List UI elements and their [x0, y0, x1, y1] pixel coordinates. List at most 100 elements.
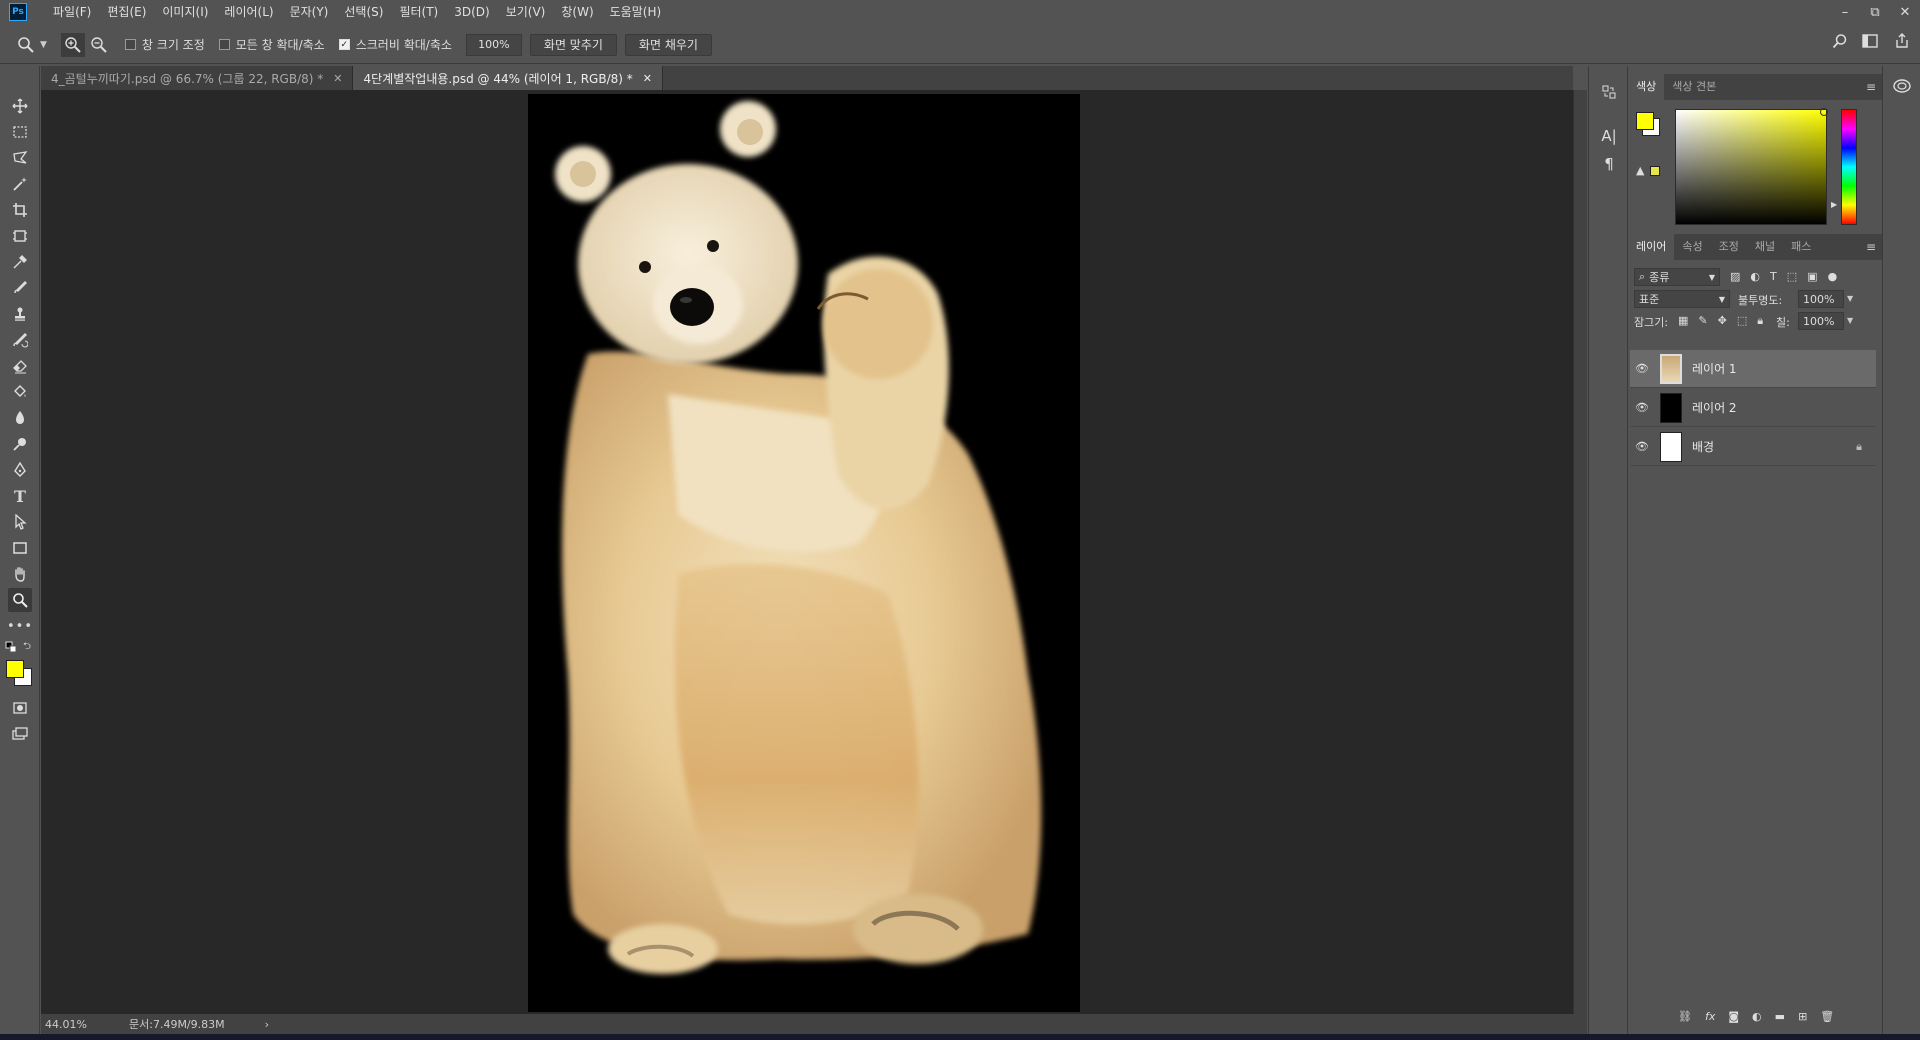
chevron-down-icon[interactable]: ▼	[1847, 316, 1853, 325]
history-brush-tool-icon[interactable]	[8, 328, 32, 352]
menu-layer[interactable]: 레이어(L)	[216, 0, 281, 24]
libraries-icon[interactable]	[1890, 74, 1914, 98]
magic-wand-tool-icon[interactable]	[8, 172, 32, 196]
zoom-all-windows-checkbox[interactable]: 모든 창 확대/축소	[218, 36, 325, 53]
layer-filter-select[interactable]: ⌕ 종류 ▼	[1634, 268, 1720, 286]
tab-channels[interactable]: 채널	[1747, 234, 1783, 260]
layer-style-icon[interactable]: fx	[1705, 1010, 1715, 1023]
close-button[interactable]: ✕	[1890, 0, 1920, 24]
lock-icon[interactable]: 🔒︎	[1856, 440, 1862, 454]
restore-button[interactable]: ⧉	[1860, 0, 1890, 24]
color-picker-field[interactable]	[1675, 109, 1827, 225]
adjustment-layer-icon[interactable]: ◐	[1752, 1010, 1762, 1023]
filter-smart-object-icon[interactable]: ▣	[1807, 270, 1817, 283]
history-panel-icon[interactable]	[1597, 80, 1621, 104]
layer-row-background[interactable]: 👁︎ 배경 🔒︎	[1630, 428, 1876, 466]
color-picker-cursor[interactable]	[1820, 108, 1828, 116]
tab-paths[interactable]: 패스	[1783, 234, 1819, 260]
close-icon[interactable]: ✕	[643, 72, 652, 85]
filter-adjustment-icon[interactable]: ◐	[1750, 270, 1760, 283]
lasso-tool-icon[interactable]	[8, 146, 32, 170]
resize-windows-checkbox[interactable]: 창 크기 조정	[124, 36, 205, 53]
tab-document-1[interactable]: 4_곰털누끼따기.psd @ 66.7% (그룹 22, RGB/8) * ✕	[41, 66, 354, 90]
status-menu-arrow[interactable]: ›	[265, 1018, 269, 1031]
eyedropper-tool-icon[interactable]	[8, 250, 32, 274]
frame-tool-icon[interactable]	[8, 224, 32, 248]
menu-select[interactable]: 선택(S)	[336, 0, 391, 24]
lock-transparency-icon[interactable]: ▦	[1678, 314, 1688, 328]
new-group-icon[interactable]: ▬	[1775, 1010, 1785, 1023]
panel-menu-icon[interactable]: ≡	[1866, 80, 1876, 94]
delete-layer-icon[interactable]: 🗑︎	[1820, 1010, 1834, 1023]
rectangle-tool-icon[interactable]	[8, 536, 32, 560]
lock-all-icon[interactable]: 🔒︎	[1757, 314, 1763, 328]
tab-swatches[interactable]: 색상 견본	[1664, 74, 1724, 100]
hue-slider[interactable]	[1841, 109, 1857, 225]
document-canvas[interactable]	[528, 94, 1080, 1012]
workspace-icon[interactable]	[1862, 33, 1880, 52]
search-icon[interactable]	[1832, 33, 1848, 52]
menu-window[interactable]: 창(W)	[553, 0, 601, 24]
vertical-scrollbar[interactable]	[1573, 90, 1587, 1014]
gamut-swatch[interactable]	[1650, 166, 1660, 176]
crop-tool-icon[interactable]	[8, 198, 32, 222]
layer-name[interactable]: 레이어 2	[1692, 399, 1737, 416]
layer-name[interactable]: 배경	[1692, 438, 1714, 455]
menu-file[interactable]: 파일(F)	[45, 0, 99, 24]
zoom-tool-icon[interactable]	[8, 588, 32, 612]
fit-screen-button[interactable]: 화면 맞추기	[529, 33, 617, 56]
checkbox-box[interactable]	[218, 39, 230, 50]
foreground-color-swatch[interactable]	[6, 660, 24, 678]
menu-3d[interactable]: 3D(D)	[446, 0, 497, 24]
tab-layers[interactable]: 레이어	[1628, 234, 1675, 260]
tab-color[interactable]: 색상	[1628, 74, 1665, 100]
visibility-eye-icon[interactable]: 👁︎	[1630, 362, 1654, 375]
quick-mask-icon[interactable]	[8, 696, 32, 720]
move-tool-icon[interactable]	[8, 94, 32, 118]
add-mask-icon[interactable]: ◙	[1728, 1010, 1739, 1023]
panel-menu-icon[interactable]: ≡	[1866, 240, 1876, 254]
fill-screen-button[interactable]: 화면 채우기	[624, 33, 712, 56]
filter-shape-icon[interactable]: ⬚	[1787, 270, 1797, 283]
menu-edit[interactable]: 편집(E)	[99, 0, 154, 24]
hand-tool-icon[interactable]	[8, 562, 32, 586]
marquee-tool-icon[interactable]	[8, 120, 32, 144]
pen-tool-icon[interactable]	[8, 458, 32, 482]
lock-image-icon[interactable]: ✎	[1698, 314, 1707, 328]
filter-type-icon[interactable]: T	[1770, 270, 1777, 283]
new-layer-icon[interactable]: ⊞	[1798, 1010, 1807, 1023]
eraser-tool-icon[interactable]	[8, 354, 32, 378]
menu-image[interactable]: 이미지(I)	[154, 0, 216, 24]
checkbox-checked[interactable]: ✓	[338, 39, 350, 50]
type-tool-icon[interactable]: T	[8, 484, 32, 508]
zoom-level[interactable]: 44.01%	[45, 1018, 117, 1031]
visibility-eye-icon[interactable]: 👁︎	[1630, 401, 1654, 414]
blend-mode-select[interactable]: 표준 ▼	[1634, 290, 1730, 308]
tab-adjustments[interactable]: 조정	[1711, 234, 1747, 260]
stamp-tool-icon[interactable]	[8, 302, 32, 326]
paint-bucket-tool-icon[interactable]	[8, 380, 32, 404]
tab-document-2[interactable]: 4단계별작업내용.psd @ 44% (레이어 1, RGB/8) * ✕	[353, 66, 663, 90]
screen-mode-icon[interactable]	[8, 722, 32, 746]
visibility-eye-icon[interactable]: 👁︎	[1630, 440, 1654, 453]
zoom-tool-preset-icon[interactable]	[14, 33, 38, 57]
checkbox-box[interactable]	[124, 39, 136, 50]
tab-properties[interactable]: 속성	[1674, 234, 1710, 260]
opacity-field[interactable]: 100%	[1798, 290, 1844, 308]
gamut-warning-icon[interactable]: ▲	[1636, 164, 1644, 177]
brush-tool-icon[interactable]	[8, 276, 32, 300]
blur-tool-icon[interactable]	[8, 406, 32, 430]
zoom-in-icon[interactable]	[60, 32, 85, 57]
paragraph-panel-icon[interactable]: ¶	[1597, 152, 1621, 176]
path-selection-tool-icon[interactable]	[8, 510, 32, 534]
menu-view[interactable]: 보기(V)	[498, 0, 554, 24]
chevron-down-icon[interactable]: ▼	[1847, 294, 1853, 303]
scrubby-zoom-checkbox[interactable]: ✓ 스크러비 확대/축소	[338, 36, 452, 53]
chevron-down-icon[interactable]: ▼	[40, 40, 47, 50]
hue-slider-handle[interactable]: ▶	[1831, 200, 1837, 209]
fill-field[interactable]: 100%	[1798, 312, 1844, 330]
menu-type[interactable]: 문자(Y)	[282, 0, 337, 24]
zoom-out-icon[interactable]	[87, 33, 111, 57]
close-icon[interactable]: ✕	[333, 72, 342, 85]
swap-colors-icon[interactable]: ⮌	[20, 640, 34, 654]
